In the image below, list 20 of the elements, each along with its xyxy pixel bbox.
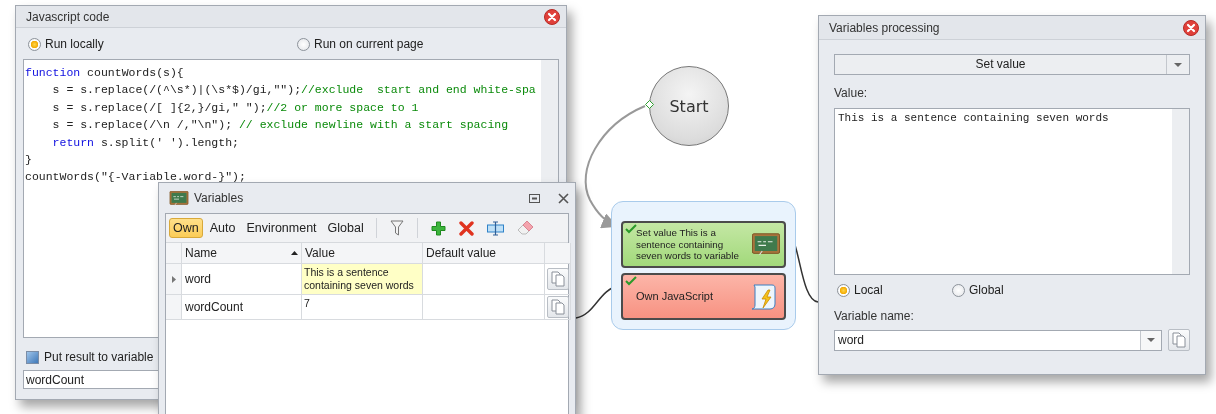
code-line: countWords("{-Variable.word-}"); — [25, 169, 247, 186]
node-label: Own JavaScript — [636, 290, 715, 303]
radio-label: Local — [854, 283, 883, 297]
radio-label: Run locally — [45, 37, 104, 51]
field-label: Value: — [834, 86, 869, 100]
checkbox-label: Put result to variable — [44, 350, 154, 364]
window-title: Variables — [194, 191, 244, 205]
code-line: return s.split(' ').length; — [51, 134, 240, 151]
code-line: s = s.replace(/(^\s*)|(\s*$)/gi,"");//exclude start and end white-spa — [51, 82, 537, 99]
code-line: function countWords(s){ — [25, 65, 185, 81]
code-line: s = s.replace(/\n /,"\n"); // exclude newline with a start spacing — [51, 117, 510, 134]
window-title: Javascript code — [26, 9, 110, 24]
field-label: Variable name: — [834, 309, 915, 323]
code-line: } — [25, 152, 33, 169]
window-title: Variables processing — [829, 20, 940, 35]
radio-label: Run on current page — [314, 37, 424, 51]
radio-label: Global — [969, 283, 1004, 297]
table-cell: wordCount — [182, 295, 302, 320]
node-label: Set value This is a sentence containing seven words to variable — [636, 227, 740, 262]
code-line: s = s.replace(/[ ]{2,}/gi," ");//2 or more space to 1 — [51, 99, 420, 116]
